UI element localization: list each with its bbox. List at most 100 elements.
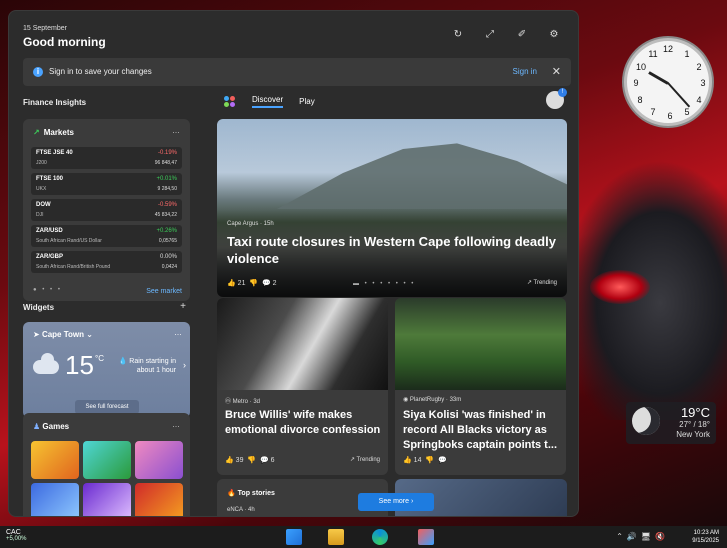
game-tile-racing[interactable] [31, 441, 79, 479]
card-source-text: Metro · 3d [232, 399, 261, 405]
hero-title[interactable]: Taxi route closures in Western Cape foll… [227, 233, 567, 267]
hero-reactions[interactable]: 👍 21 👎 💬 2 [227, 279, 277, 287]
gadget-temp: 19°C [680, 405, 710, 420]
game-tile-makeup[interactable] [135, 441, 183, 479]
dislike-icon[interactable]: 👎 [247, 457, 256, 464]
card-reactions[interactable]: 👍 14 👎 💬 [403, 456, 447, 464]
taskbar-date: 9/15/2025 [692, 538, 719, 544]
clock-number: 9 [633, 78, 639, 88]
market-value: 45 834,22 [154, 212, 177, 218]
clock-number: 8 [637, 95, 643, 105]
card-title[interactable]: Bruce Willis' wife makes emotional divor… [225, 408, 385, 438]
tab-play[interactable]: Play [299, 97, 315, 106]
taskbar-time: 10:23 AM [693, 530, 719, 536]
add-widget-icon[interactable]: + [177, 301, 189, 313]
close-icon[interactable]: ✕ [552, 65, 561, 78]
card-title[interactable]: Siya Kolisi 'was finished' in record All… [403, 408, 563, 453]
hero-source: Cape Argus · 15h [227, 221, 274, 227]
news-card[interactable]: ◉ PlanetRugby · 33m Siya Kolisi 'was fin… [395, 298, 566, 475]
clock-number: 4 [696, 95, 702, 105]
pin-icon[interactable]: ✐ [516, 29, 528, 41]
market-row[interactable]: ZAR/GBP South African Rand/British Pound 0… [31, 251, 182, 273]
market-subtitle: South African Rand/British Pound [36, 264, 111, 270]
store-icon[interactable] [418, 529, 434, 545]
more-options-icon[interactable]: … [172, 126, 180, 135]
weather-city[interactable]: ➤ Cape Town ⌄ [33, 330, 93, 339]
widgets-panel: 15 September Good morning ↻ ⤢ ✐ ⚙ i Sign… [8, 10, 579, 517]
expand-icon[interactable]: ⤢ [484, 29, 496, 41]
greeting: Good morning [23, 35, 106, 49]
clock-display[interactable]: 10:23 AM 9/15/2025 [692, 529, 719, 545]
trending-icon: ↗ [526, 280, 534, 286]
trending-label: ↗ Trending [350, 456, 380, 463]
desktop-weather-gadget: 19°C 27° / 18° New York [626, 402, 716, 444]
more-options-icon[interactable]: … [174, 328, 182, 337]
news-card[interactable]: ⓜ Metro · 3d Bruce Willis' wife makes em… [217, 298, 388, 475]
top-stories-title: 🔥 Top stories [227, 489, 275, 497]
system-tray[interactable]: ⌃🔊🖥🔇 [616, 532, 669, 541]
info-icon: i [33, 67, 43, 77]
game-tile-sports[interactable] [31, 483, 79, 516]
carousel-dots[interactable]: ▬ • • • • • • • [353, 281, 415, 287]
file-explorer-icon[interactable] [328, 529, 344, 545]
chevron-right-icon[interactable]: › [183, 360, 186, 370]
like-icon[interactable]: 👍 [227, 280, 238, 287]
weather-card[interactable]: ➤ Cape Town ⌄ … 15 °C 💧 Rain starting in… [23, 322, 190, 418]
taskbar: CAC +5,00% ⌃🔊🖥🔇 10:23 AM 9/15/2025 [0, 526, 727, 548]
like-icon[interactable]: 👍 [225, 457, 236, 464]
see-more-label: See more [378, 498, 410, 505]
markets-card[interactable]: ↗ Markets … FTSE JSE 40 J200 -0.19% 96 848,4… [23, 119, 190, 301]
dislike-icon[interactable]: 👎 [249, 280, 258, 287]
like-icon[interactable]: 👍 [403, 457, 414, 464]
source-logo-icon: ◉ [403, 397, 410, 403]
games-card[interactable]: ♟ Games … [23, 413, 190, 516]
market-subtitle: DJI [36, 212, 44, 218]
market-name: ZAR/GBP [36, 254, 63, 260]
market-change: -0.19% [157, 150, 177, 156]
market-change: -0.59% [157, 202, 177, 208]
market-subtitle: South African Rand/US Dollar [36, 238, 102, 244]
game-tile-blocks[interactable] [83, 441, 131, 479]
market-row[interactable]: DOW DJI -0.59% 45 834,22 [31, 199, 182, 221]
trending-text: Trending [356, 457, 380, 463]
desktop-clock: 12 1 2 3 4 5 6 7 8 9 10 11 [624, 38, 712, 126]
market-row[interactable]: ZAR/USD South African Rand/US Dollar +0.26… [31, 225, 182, 247]
tab-discover[interactable]: Discover [252, 95, 284, 108]
signin-link[interactable]: Sign in [513, 67, 537, 76]
trending-icon: ↗ [349, 457, 357, 463]
taskbar-ticker[interactable]: CAC +5,00% [6, 529, 27, 542]
dislike-icon[interactable]: 👎 [425, 457, 434, 464]
pagination-dots: ● • • • [33, 287, 62, 293]
comment-icon[interactable]: 💬 [438, 457, 447, 464]
trending-text: Trending [533, 280, 557, 286]
market-row[interactable]: FTSE JSE 40 J200 -0.19% 96 848,47 [31, 147, 182, 169]
markets-title: Markets [43, 128, 74, 137]
game-tile-tetris[interactable] [135, 483, 183, 516]
start-icon[interactable] [286, 529, 302, 545]
market-value: 96 848,47 [154, 160, 177, 166]
see-market-link[interactable]: See market [146, 288, 182, 295]
card-source: ◉ PlanetRugby · 33m [403, 396, 461, 403]
market-subtitle: J200 [36, 160, 47, 166]
hero-article[interactable]: Cape Argus · 15h Taxi route closures in … [217, 119, 567, 297]
see-more-button[interactable]: See more › [358, 493, 434, 511]
car-light [590, 270, 650, 304]
card-reactions[interactable]: 👍 39 👎 💬 6 [225, 456, 275, 464]
market-row[interactable]: FTSE 100 UKX +0.01% 9 284,50 [31, 173, 182, 195]
see-full-forecast-button[interactable]: See full forecast [75, 400, 139, 414]
signin-banner: i Sign in to save your changes Sign in ✕ [23, 58, 571, 86]
market-change: 0.00% [159, 254, 177, 260]
edge-browser-icon[interactable] [372, 529, 388, 545]
clock-number: 1 [684, 49, 690, 59]
market-subtitle: UKX [36, 186, 47, 192]
comment-icon[interactable]: 💬 [262, 280, 273, 287]
avatar[interactable]: ! [546, 88, 567, 109]
clock-number: 2 [696, 62, 702, 72]
clock-number: 5 [684, 107, 690, 117]
game-tile-puzzle[interactable] [83, 483, 131, 516]
more-options-icon[interactable]: … [172, 420, 180, 429]
comment-icon[interactable]: 💬 [260, 457, 271, 464]
source-logo-icon: ⓜ [225, 399, 233, 405]
settings-gear-icon[interactable]: ⚙ [548, 29, 560, 41]
refresh-icon[interactable]: ↻ [452, 29, 464, 41]
